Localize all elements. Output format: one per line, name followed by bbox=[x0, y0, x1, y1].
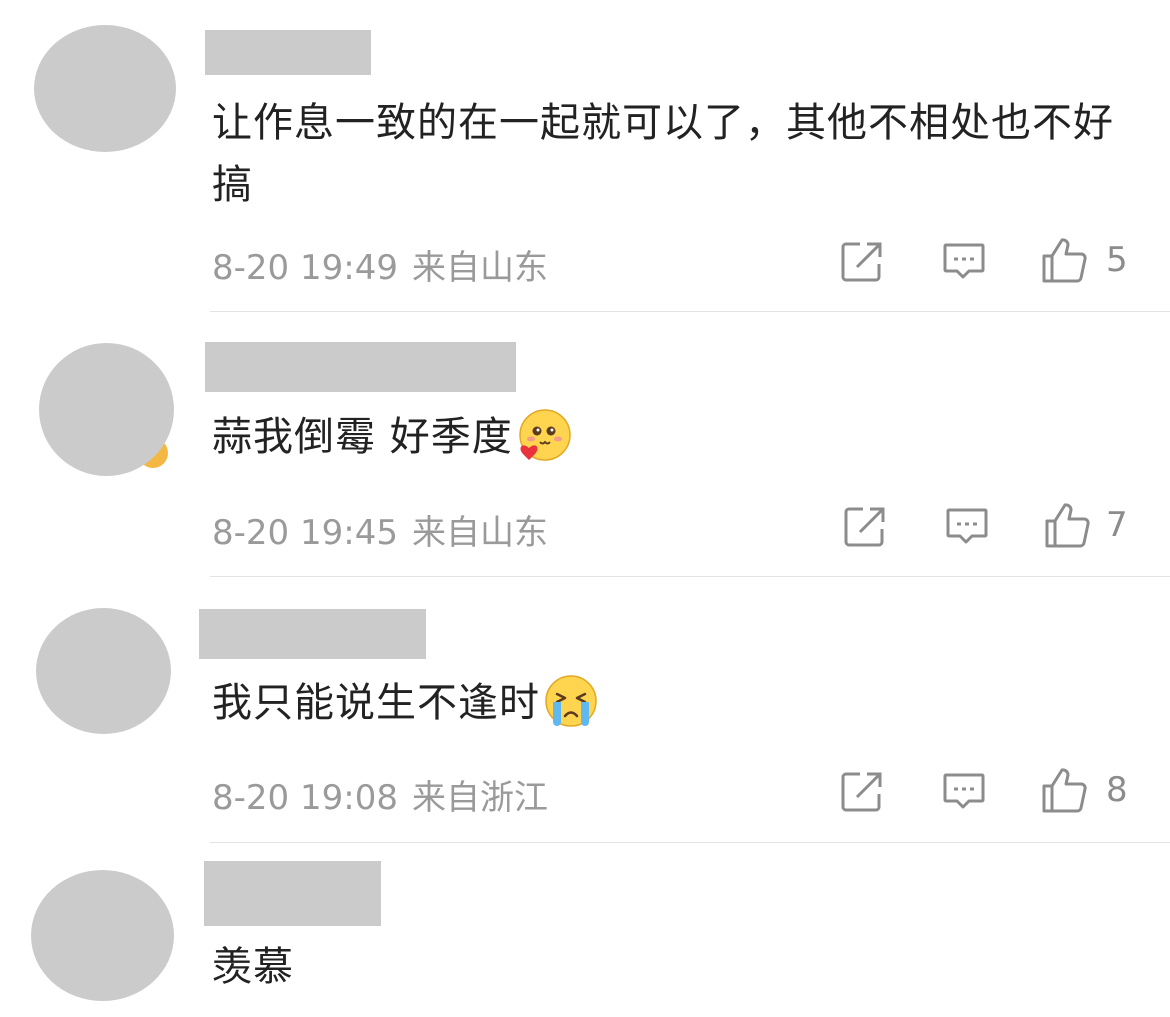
share-icon[interactable] bbox=[840, 240, 884, 284]
like-count: 7 bbox=[1106, 505, 1128, 545]
comment-icon[interactable] bbox=[945, 507, 989, 547]
avatar[interactable] bbox=[39, 343, 174, 476]
divider bbox=[210, 842, 1170, 843]
comment-date: 8-20 19:49 bbox=[212, 248, 398, 288]
username-placeholder[interactable] bbox=[199, 609, 426, 659]
divider bbox=[210, 576, 1170, 577]
share-icon[interactable] bbox=[840, 770, 884, 814]
crying-emoji bbox=[545, 675, 597, 727]
like-count: 8 bbox=[1106, 770, 1128, 810]
comment-location: 来自浙江 bbox=[411, 778, 548, 818]
comment-icon[interactable] bbox=[942, 772, 986, 812]
comment-text: 羡慕 bbox=[212, 944, 294, 990]
avatar[interactable] bbox=[36, 608, 171, 734]
comment-date: 8-20 19:45 bbox=[212, 513, 398, 553]
comment-location: 来自山东 bbox=[411, 248, 548, 288]
like-count: 5 bbox=[1106, 240, 1128, 280]
comment-meta: 8-20 19:08 来自浙江 bbox=[212, 770, 548, 819]
thumbs-up-icon[interactable] bbox=[1040, 766, 1088, 814]
comment-meta: 8-20 19:49 来自山东 bbox=[212, 240, 548, 289]
divider bbox=[210, 311, 1170, 312]
share-icon[interactable] bbox=[843, 505, 887, 549]
comment-meta: 8-20 19:45 来自山东 bbox=[212, 505, 548, 554]
comment-text: 让作息一致的在一起就可以了，其他不相处也不好搞 bbox=[212, 100, 1114, 208]
avatar[interactable] bbox=[34, 25, 176, 152]
comment-text-content: 我只能说生不逢时 bbox=[212, 680, 540, 726]
avatar[interactable] bbox=[31, 870, 174, 1001]
thumbs-up-icon[interactable] bbox=[1040, 236, 1088, 284]
username-placeholder[interactable] bbox=[205, 342, 516, 392]
comment-icon[interactable] bbox=[942, 242, 986, 282]
comment-text: 蒜我倒霉 好季度 bbox=[212, 406, 1142, 468]
username-placeholder[interactable] bbox=[204, 861, 381, 926]
comment-text: 我只能说生不逢时 bbox=[212, 672, 1142, 734]
username-placeholder[interactable] bbox=[205, 30, 371, 75]
comment-location: 来自山东 bbox=[411, 513, 548, 553]
comment-date: 8-20 19:08 bbox=[212, 778, 398, 818]
comment-text-content: 蒜我倒霉 好季度 bbox=[212, 414, 513, 460]
thumbs-up-icon[interactable] bbox=[1043, 501, 1091, 549]
heart-eyes-emoji bbox=[518, 409, 571, 461]
